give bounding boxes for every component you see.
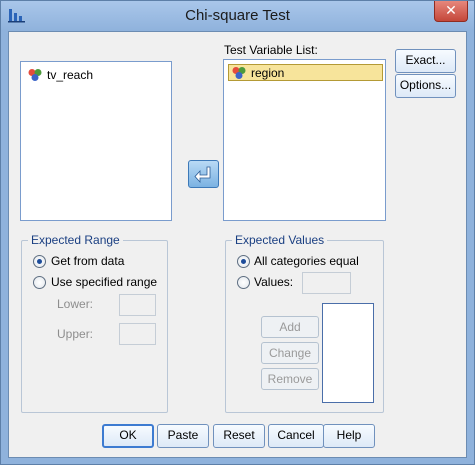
- use-specified-range-radio[interactable]: [33, 276, 46, 289]
- get-from-data-label[interactable]: Get from data: [51, 254, 124, 268]
- expected-values-title: Expected Values: [232, 233, 328, 247]
- ok-button[interactable]: OK: [102, 424, 154, 448]
- change-button-label: Change: [268, 346, 312, 360]
- dialog-window: Chi-square Test ✕ tv_reach Test Variable…: [0, 0, 475, 465]
- list-item[interactable]: region: [228, 64, 383, 81]
- close-button[interactable]: ✕: [434, 1, 468, 22]
- nominal-variable-icon: [232, 66, 246, 79]
- variable-label: region: [251, 65, 285, 80]
- lower-field[interactable]: [119, 294, 156, 316]
- add-button[interactable]: Add: [261, 316, 319, 338]
- remove-button[interactable]: Remove: [261, 368, 319, 390]
- ok-button-label: OK: [119, 428, 137, 442]
- list-item[interactable]: tv_reach: [25, 66, 93, 83]
- exact-button[interactable]: Exact...: [395, 49, 456, 73]
- add-button-label: Add: [279, 320, 301, 334]
- window-title: Chi-square Test: [185, 7, 290, 24]
- expected-values-group: Expected Values All categories equal Val…: [225, 233, 384, 413]
- close-icon: ✕: [445, 2, 457, 18]
- expected-values-list[interactable]: [322, 303, 374, 403]
- paste-button-label: Paste: [167, 428, 199, 442]
- values-label[interactable]: Values:: [254, 275, 293, 289]
- values-field[interactable]: [302, 272, 351, 294]
- lower-label: Lower:: [57, 297, 94, 311]
- exact-button-label: Exact...: [405, 53, 446, 67]
- all-categories-equal-label[interactable]: All categories equal: [254, 254, 359, 268]
- options-button[interactable]: Options...: [395, 74, 456, 98]
- get-from-data-radio[interactable]: [33, 255, 46, 268]
- nominal-variable-icon: [28, 68, 42, 81]
- variable-label: tv_reach: [47, 67, 94, 82]
- title-bar[interactable]: Chi-square Test ✕: [1, 1, 474, 31]
- expected-range-group: Expected Range Get from data Use specifi…: [21, 233, 168, 413]
- upper-label: Upper:: [57, 327, 94, 341]
- test-variable-list-label: Test Variable List:: [224, 43, 318, 57]
- arrow-left-icon: [194, 166, 211, 184]
- help-button[interactable]: Help: [323, 424, 375, 448]
- use-specified-range-label[interactable]: Use specified range: [51, 275, 157, 289]
- options-button-label: Options...: [399, 78, 452, 92]
- dialog-body: tv_reach Test Variable List: region Exac…: [8, 31, 467, 458]
- reset-button[interactable]: Reset: [213, 424, 265, 448]
- values-radio[interactable]: [237, 276, 250, 289]
- upper-field[interactable]: [119, 323, 156, 345]
- cancel-button[interactable]: Cancel: [268, 424, 324, 448]
- test-variable-list[interactable]: region: [223, 59, 386, 221]
- source-variable-list[interactable]: tv_reach: [20, 61, 172, 221]
- cancel-button-label: Cancel: [277, 428, 315, 442]
- change-button[interactable]: Change: [261, 342, 319, 364]
- reset-button-label: Reset: [223, 428, 255, 442]
- help-button-label: Help: [336, 428, 362, 442]
- paste-button[interactable]: Paste: [157, 424, 209, 448]
- remove-button-label: Remove: [267, 372, 313, 386]
- move-variable-button[interactable]: [188, 160, 219, 188]
- expected-range-title: Expected Range: [28, 233, 123, 247]
- all-categories-equal-radio[interactable]: [237, 255, 250, 268]
